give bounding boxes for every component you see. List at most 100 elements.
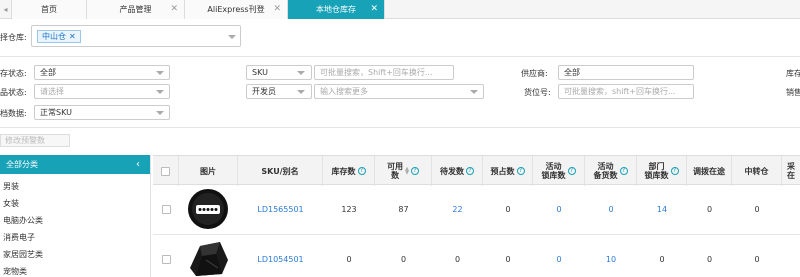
archive-label: 档数据: (0, 109, 27, 118)
close-icon[interactable]: ✕ (273, 0, 281, 19)
help-icon[interactable]: ? (619, 167, 628, 175)
help-icon[interactable]: ? (516, 167, 525, 175)
help-icon[interactable]: ? (670, 167, 679, 175)
sku-search-input[interactable]: 可批量搜索，Shift+回车换行... (314, 65, 454, 80)
category-item[interactable]: 女装 (3, 198, 19, 209)
col-sku: SKU/别名 (238, 156, 323, 186)
help-icon[interactable]: ? (357, 167, 366, 175)
transit-value: 0 (754, 255, 760, 264)
col-purchase-label: 采在 (787, 162, 795, 180)
stock-value: 0 (346, 255, 352, 264)
category-item[interactable]: 电脑办公类 (3, 215, 43, 226)
tab-label: 首页 (41, 5, 57, 14)
warehouse-select[interactable]: 中山仓 ✕ (31, 25, 241, 47)
col-activity-stock-label-2: 备货数 (593, 171, 618, 180)
tab-aliexpress-listing[interactable]: AliExpress刊登 ✕ (185, 0, 288, 19)
category-item[interactable]: 家居园艺类 (3, 249, 43, 260)
col-activity-stock-label: 活动 备货数 (594, 162, 618, 180)
location-search-placeholder: 可批量搜索，shift+回车换行... (564, 87, 676, 96)
batch-modify-warning-button[interactable]: 修改预警数 (0, 134, 70, 147)
select-all-cell (153, 156, 179, 186)
warehouse-label: 择仓库: (0, 33, 27, 42)
person-search-input[interactable]: 输入搜索更多 (314, 84, 484, 99)
row-checkbox[interactable] (162, 255, 171, 264)
person-type-value: 开发员 (252, 87, 276, 96)
col-pending-label: 待发数 (440, 166, 464, 176)
supplier-select[interactable]: 全部 (558, 65, 694, 80)
warehouse-chip: 中山仓 ✕ (37, 30, 81, 43)
reserved-value: 0 (505, 205, 511, 214)
close-icon[interactable]: ✕ (69, 32, 76, 41)
collapse-icon[interactable]: ‹ (136, 155, 140, 174)
col-image-label: 图片 (200, 166, 216, 176)
tab-local-warehouse-stock[interactable]: 本地仓库存 ✕ (288, 0, 385, 19)
chevron-down-icon (297, 90, 305, 94)
col-activity-lock-label-1: 活动 (545, 162, 562, 171)
col-pending[interactable]: 待发数? (432, 156, 483, 186)
col-dept-lock-label-1: 部门 (648, 162, 665, 171)
transfer-value: 0 (706, 255, 713, 264)
help-icon[interactable]: ? (466, 167, 474, 175)
available-value: 0 (400, 255, 407, 264)
divider (0, 56, 800, 57)
tab-label: 产品管理 (119, 5, 152, 14)
location-search-input[interactable]: 可批量搜索，shift+回车换行... (558, 84, 694, 99)
col-activity-stock-label-1: 活动 (597, 162, 614, 171)
sku-link[interactable]: LD1565501 (238, 205, 323, 214)
activity-stock-link[interactable]: 10 (585, 255, 637, 264)
product-status-placeholder: 请选择 (40, 87, 64, 96)
col-activity-lock[interactable]: 活动 锁库数? (533, 156, 585, 186)
category-header[interactable]: 全部分类 ‹ (0, 155, 150, 174)
dept-lock-link[interactable]: 14 (637, 205, 687, 214)
tab-bar: ◂ 首页 产品管理 ✕ AliExpress刊登 ✕ 本地仓库存 ✕ (0, 0, 800, 19)
col-reserved[interactable]: 预占数? (483, 156, 533, 186)
col-purchase-label-2: 在 (787, 171, 795, 180)
product-status-select[interactable]: 请选择 (34, 84, 170, 99)
chevron-down-icon (470, 90, 478, 94)
sku-link[interactable]: LD1054501 (238, 255, 323, 264)
sku-search-placeholder: 可批量搜索，Shift+回车换行... (320, 68, 433, 77)
category-item[interactable]: 消费电子 (3, 232, 35, 243)
sort-icon[interactable]: ▲ ▼ (405, 167, 409, 176)
table-header: 图片 SKU/别名 库存数? 可用数 ▲ ▼? 待发数? 预占数? 活动 锁库数? … (153, 155, 800, 186)
chevron-down-icon (228, 35, 236, 39)
tab-label: AliExpress刊登 (207, 5, 265, 14)
tab-scroll-left-icon[interactable]: ◂ (0, 0, 12, 19)
available-value: 87 (398, 205, 409, 214)
close-icon[interactable]: ✕ (170, 0, 178, 19)
product-thumbnail[interactable] (186, 238, 230, 277)
chevron-down-icon (156, 71, 164, 75)
close-icon[interactable]: ✕ (370, 0, 378, 19)
product-thumbnail[interactable] (186, 187, 230, 231)
activity-lock-link[interactable]: 0 (533, 255, 585, 264)
col-activity-stock[interactable]: 活动 备货数? (585, 156, 637, 186)
category-item[interactable]: 男装 (3, 181, 19, 192)
archive-select[interactable]: 正常SKU (34, 105, 170, 120)
chevron-down-icon (156, 111, 164, 115)
category-item[interactable]: 宠物类 (3, 266, 27, 277)
activity-stock-link[interactable]: 0 (585, 205, 637, 214)
pending-link[interactable]: 22 (432, 205, 483, 214)
select-all-checkbox[interactable] (161, 166, 170, 176)
chevron-down-icon (156, 90, 164, 94)
col-stock[interactable]: 库存数? (323, 156, 375, 186)
help-icon[interactable]: ? (410, 167, 419, 175)
tab-product-management[interactable]: 产品管理 ✕ (87, 0, 185, 19)
col-transit: 中转仓 (732, 156, 782, 186)
col-purchase: 采在 (782, 156, 800, 186)
divider (0, 127, 800, 128)
category-header-label: 全部分类 (6, 160, 38, 169)
help-icon[interactable]: ? (567, 167, 576, 175)
supplier-label: 供应商: (521, 69, 548, 78)
col-transfer-label: 调拨在途 (693, 166, 725, 176)
tab-home[interactable]: 首页 (12, 0, 87, 19)
row-checkbox[interactable] (162, 205, 171, 214)
stock-value: 123 (341, 205, 357, 214)
col-activity-lock-label: 活动 锁库数 (542, 162, 566, 180)
col-dept-lock[interactable]: 部门 锁库数? (637, 156, 687, 186)
activity-lock-link[interactable]: 0 (533, 205, 585, 214)
location-label: 货位号: (524, 88, 551, 97)
stock-status-select[interactable]: 全部 (34, 65, 170, 80)
col-available-label-1: 可用 (387, 162, 404, 171)
col-available[interactable]: 可用数 ▲ ▼? (375, 156, 432, 186)
